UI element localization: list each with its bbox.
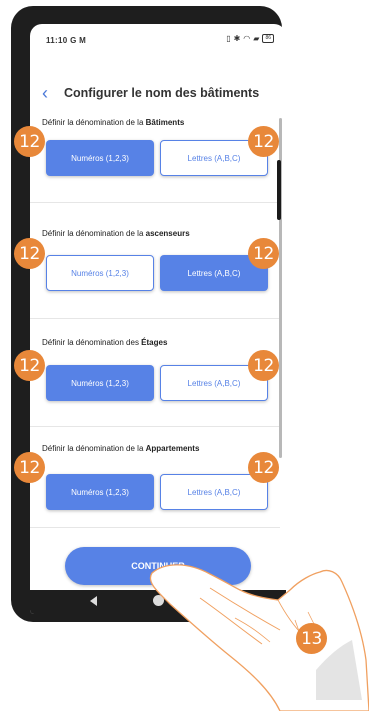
section-label: Définir la dénomination de la Bâtiments — [42, 118, 185, 127]
chevron-left-icon[interactable]: ‹ — [42, 84, 58, 102]
callout-marker: 12 — [14, 350, 45, 381]
callout-marker: 12 — [14, 452, 45, 483]
page-title: Configurer le nom des bâtiments — [64, 86, 260, 100]
callout-marker: 12 — [14, 126, 45, 157]
section-label: Définir la dénomination de la ascenseurs — [42, 229, 190, 238]
battery-icon: 86 — [262, 34, 274, 43]
numbers-option-button[interactable]: Numéros (1,2,3) — [46, 140, 154, 176]
signal-icon: ▰ — [253, 34, 260, 43]
callout-marker: 12 — [248, 126, 279, 157]
section-label: Définir la dénomination de la Appartemen… — [42, 444, 200, 453]
divider — [30, 202, 280, 203]
callout-marker: 12 — [248, 452, 279, 483]
status-time: 11:10 G M — [46, 36, 87, 45]
phone-side-button — [277, 160, 281, 220]
bluetooth-icon: ✱ — [233, 34, 241, 43]
divider — [30, 527, 280, 528]
numbers-option-button[interactable]: Numéros (1,2,3) — [46, 474, 154, 510]
callout-marker: 12 — [248, 350, 279, 381]
callout-marker: 12 — [14, 238, 45, 269]
phone-frame: 11:10 G M ▯ ✱ ◠ ▰ 86 ‹ Configurer le nom… — [11, 6, 286, 622]
tapping-hand-illustration — [149, 564, 369, 711]
status-bar: 11:10 G M ▯ ✱ ◠ ▰ 86 — [30, 24, 286, 54]
status-icons: ▯ ✱ ◠ ▰ 86 — [226, 34, 274, 43]
divider — [30, 426, 280, 427]
header: ‹ Configurer le nom des bâtiments — [30, 82, 286, 106]
callout-marker-tap: 13 — [296, 623, 327, 654]
callout-marker: 12 — [248, 238, 279, 269]
divider — [30, 318, 280, 319]
wifi-icon: ◠ — [243, 34, 251, 43]
numbers-option-button[interactable]: Numéros (1,2,3) — [46, 365, 154, 401]
vibrate-icon: ▯ — [226, 34, 231, 43]
nav-back-icon[interactable] — [90, 596, 97, 606]
section-label: Définir la dénomination des Étages — [42, 338, 168, 347]
letters-option-button[interactable]: Lettres (A,B,C) — [160, 474, 268, 510]
phone-screen: 11:10 G M ▯ ✱ ◠ ▰ 86 ‹ Configurer le nom… — [30, 24, 286, 614]
numbers-option-button[interactable]: Numéros (1,2,3) — [46, 255, 154, 291]
